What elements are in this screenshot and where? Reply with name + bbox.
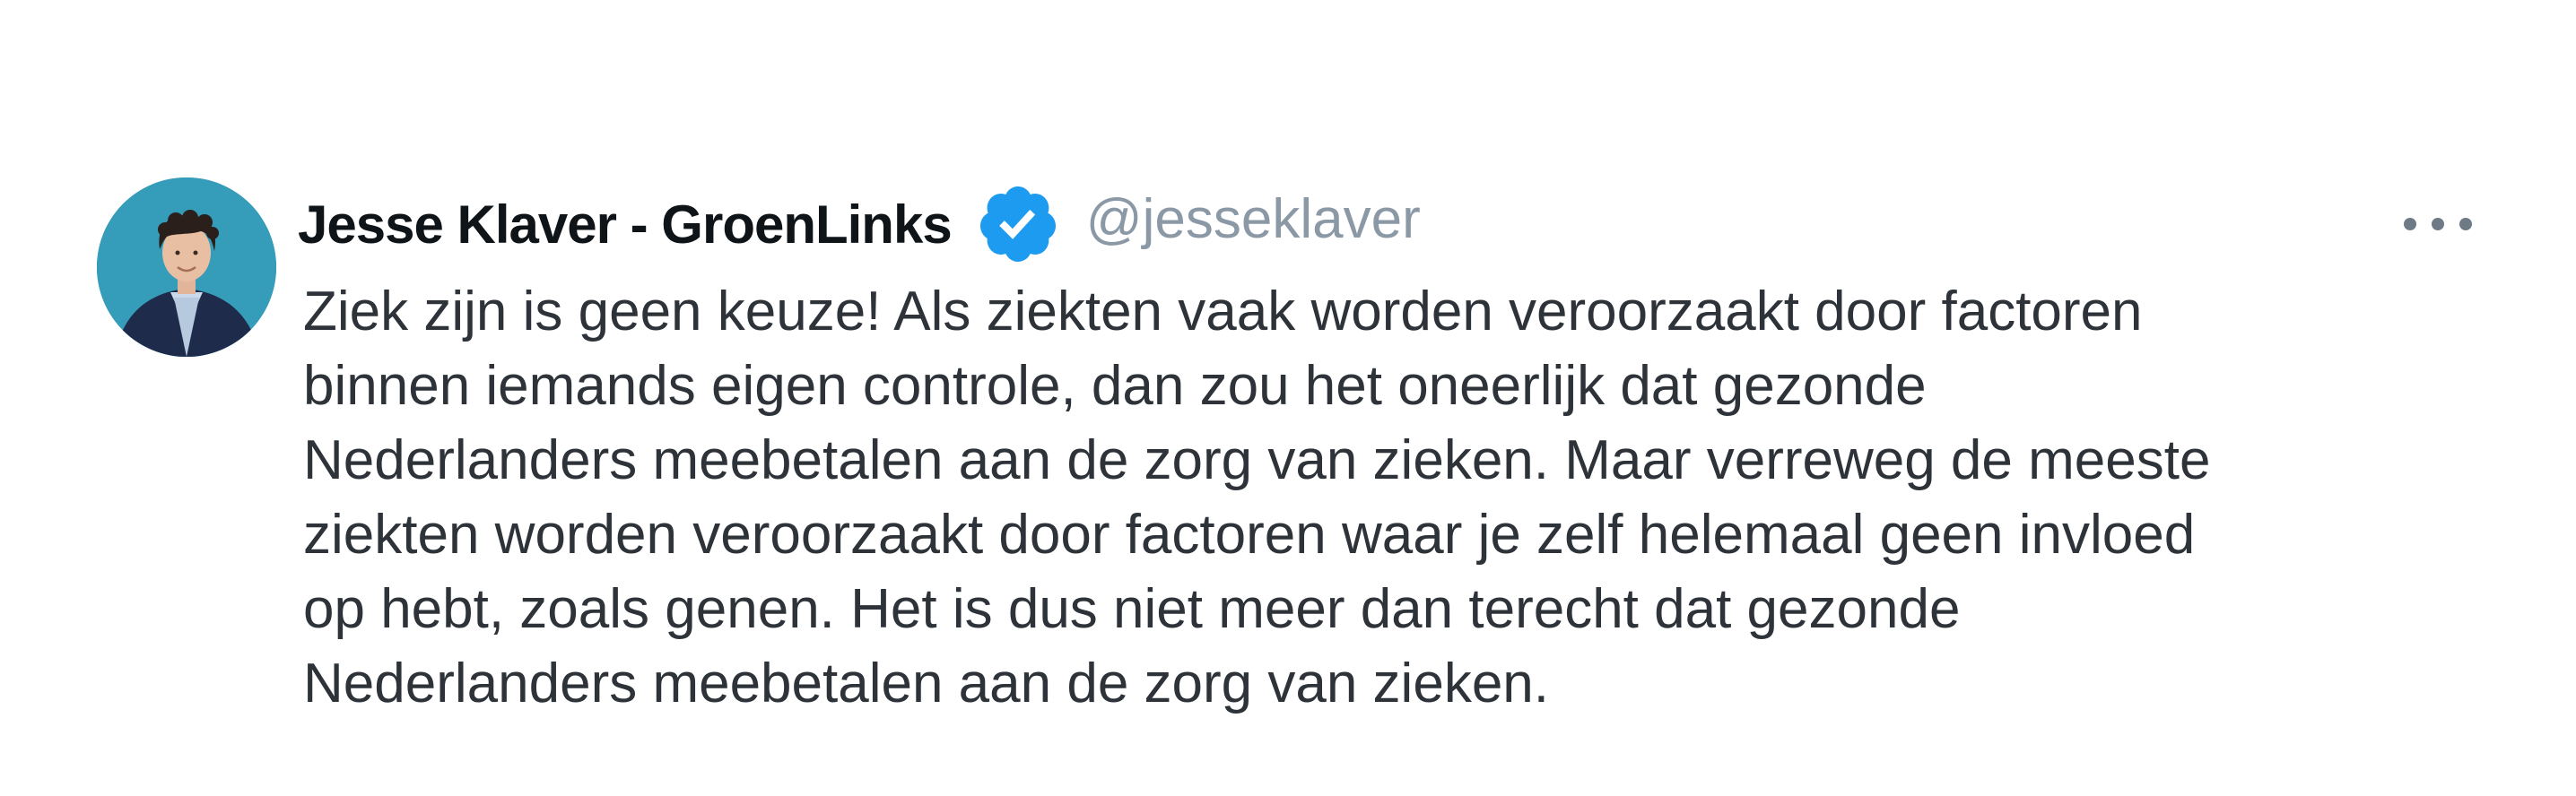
verified-badge-icon <box>975 181 1061 267</box>
tweet-text: Ziek zijn is geen keuze! Als ziekten vaa… <box>303 274 2492 721</box>
dot-icon <box>2459 218 2472 230</box>
dot-icon <box>2404 218 2416 230</box>
tweet-text-line: ziekten worden veroorzaakt door factoren… <box>303 504 2196 566</box>
author-handle[interactable]: @jesseklaver <box>1086 187 1421 251</box>
more-options-icon[interactable] <box>2404 203 2472 246</box>
tweet-text-line: Nederlanders meebetalen aan de zorg van … <box>303 429 2211 491</box>
avatar[interactable] <box>97 177 276 357</box>
tweet-text-line: binnen iemands eigen controle, dan zou h… <box>303 355 1927 417</box>
tweet-text-line: Nederlanders meebetalen aan de zorg van … <box>303 653 1550 714</box>
avatar-photo <box>97 177 276 357</box>
tweet-header: Jesse Klaver - GroenLinks @jesseklaver <box>298 179 1421 269</box>
tweet-text-line: Ziek zijn is geen keuze! Als ziekten vaa… <box>303 281 2143 342</box>
tweet-card: Jesse Klaver - GroenLinks @jesseklaver Z… <box>0 0 2576 796</box>
author-display-name[interactable]: Jesse Klaver - GroenLinks <box>298 194 953 255</box>
tweet-text-line: op hebt, zoals genen. Het is dus niet me… <box>303 578 1961 640</box>
dot-icon <box>2432 218 2444 230</box>
